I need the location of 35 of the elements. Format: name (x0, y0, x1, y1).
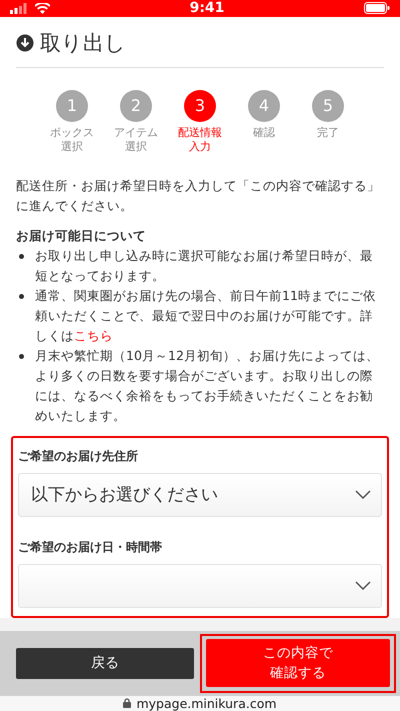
battery-icon (364, 2, 390, 14)
field-label: ご希望のお届け先住所 (18, 448, 139, 465)
step-circle: 4 (248, 90, 280, 122)
notice-item: お取り出し申し込み時に選択可能なお届け希望日時が、最短となっております。 (35, 246, 374, 285)
step-circle: 1 (56, 90, 88, 122)
step-label: ボックス選択 (50, 126, 94, 154)
bullet-icon (19, 354, 24, 359)
chevron-down-icon (355, 581, 371, 590)
url-text: mypage.minikura.com (136, 696, 277, 711)
step-circle: 3 (184, 90, 216, 122)
select-field[interactable]: 以下からお選びください (18, 472, 382, 517)
field-label: ご希望のお届け日・時間帯 (18, 538, 163, 556)
clock-time: 9:41 (190, 0, 224, 16)
bullet-icon (19, 254, 24, 259)
back-button[interactable]: 戻る (16, 648, 194, 679)
step-label: 配送情報入力 (178, 126, 222, 154)
step-label: アイテム選択 (114, 126, 158, 154)
chevron-down-icon (355, 490, 371, 500)
instruction-text: 配送住所・お届け希望日時を入力して「この内容で確認する」に進んでください。 (16, 176, 381, 215)
notice-item: 月末や繁忙期（10月～12月初旬）、お届け先によっては、より多くの日数を要す場合がございます。お取り出しの際には、なるべく余裕をもってお手続きいただくことをお勧めいたします。 (35, 346, 380, 425)
wifi-icon (35, 2, 50, 14)
select-field[interactable] (18, 564, 382, 608)
section-heading: お届け可能日について (16, 226, 147, 245)
step-circle: 5 (312, 90, 344, 122)
confirm-button[interactable]: この内容で確認する (206, 639, 390, 688)
step-label: 確認 (252, 126, 276, 140)
notice-item: 通常、関東圏がお届け先の場合、前日午前11時までにご依頼いただくことで、最短で翌日中のお届けが可能です。詳しくは こちら (35, 286, 378, 345)
lock-icon (123, 698, 132, 708)
step-label: 完了 (316, 126, 340, 140)
page-title: 取り出し (40, 30, 126, 57)
download-icon (16, 34, 34, 52)
bullet-icon (19, 294, 24, 299)
signal-icon (10, 2, 27, 14)
details-link[interactable]: こちら (74, 328, 113, 343)
step-circle: 2 (120, 90, 152, 122)
